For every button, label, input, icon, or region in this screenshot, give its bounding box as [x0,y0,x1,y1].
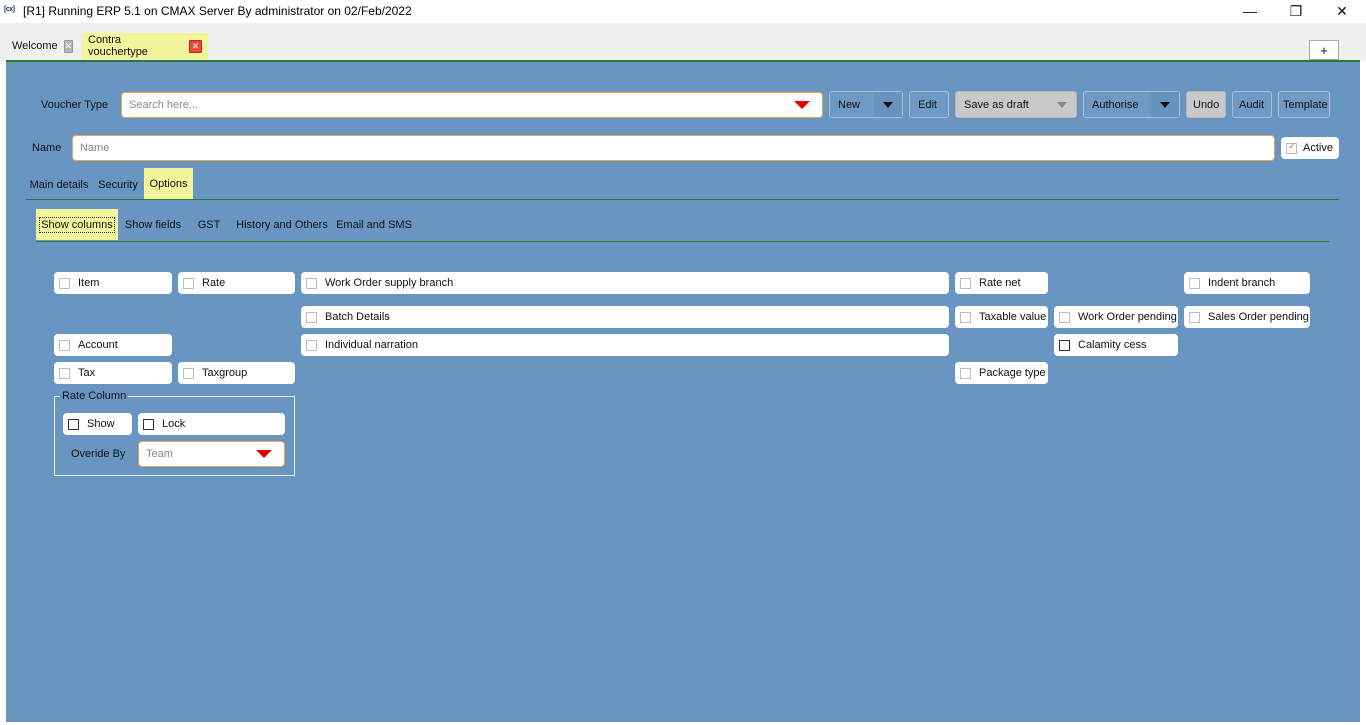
subtab-history-and-others[interactable]: History and Others [232,214,332,236]
rate-show-checkbox[interactable]: Show [63,413,132,435]
checkbox-box [1189,311,1200,323]
restore-icon[interactable]: ❐ [1273,0,1319,22]
new-button[interactable]: New [829,91,903,118]
sales-order-pending-checkbox[interactable]: Sales Order pending [1184,306,1310,328]
batch-details-checkbox[interactable]: Batch Details [301,306,949,328]
tab-options[interactable]: Options [144,168,193,199]
close-tab-icon[interactable]: ✕ [63,39,74,53]
tax-checkbox[interactable]: Tax [54,362,172,384]
subtab-gst[interactable]: GST [193,214,225,236]
rate-net-checkbox[interactable]: Rate net [955,272,1048,294]
dropdown-arrow-icon[interactable] [794,101,810,109]
work-order-pending-checkbox[interactable]: Work Order pending [1054,306,1178,328]
close-window-icon[interactable]: ✕ [1319,0,1365,22]
tab-security[interactable]: Security [93,172,143,198]
undo-button[interactable]: Undo [1186,91,1226,118]
close-tab-icon[interactable]: ✕ [189,39,202,53]
indent-branch-checkbox[interactable]: Indent branch [1184,272,1310,294]
checkbox-box [960,277,971,289]
new-dropdown-icon[interactable] [874,92,902,117]
checkbox-box [59,367,70,379]
checkbox-box [68,418,79,430]
rate-checkbox[interactable]: Rate [178,272,295,294]
checkbox-box [59,339,70,351]
app-logo-icon: [cx] [4,6,15,13]
checkmark-icon: ✓ [1286,140,1297,154]
minimize-icon[interactable]: — [1227,0,1273,22]
name-label: Name [32,142,62,154]
tab-label: Welcome [12,40,58,52]
item-checkbox[interactable]: Item [54,272,172,294]
tab-contra-vouchertype[interactable]: Contra vouchertype ✕ [82,33,208,59]
subtab-email-and-sms[interactable]: Email and SMS [336,214,412,236]
voucher-type-search-input[interactable]: Search here... [121,92,823,118]
authorise-button[interactable]: Authorise [1083,91,1180,118]
subtab-show-columns[interactable]: Show columns [36,209,118,240]
checkbox-box [306,277,317,289]
main-panel [6,62,1360,722]
override-by-label: Overide By [71,448,126,460]
work-order-supply-branch-checkbox[interactable]: Work Order supply branch [301,272,949,294]
tab-welcome[interactable]: Welcome ✕ [6,33,76,59]
window-title: [R1] Running ERP 5.1 on CMAX Server By a… [23,4,412,18]
rate-column-legend: Rate Column [60,390,129,402]
checkbox-box [960,367,971,379]
sub-tabs-divider [36,241,1329,242]
save-draft-dropdown-icon[interactable] [1048,92,1076,117]
checkbox-box [183,277,194,289]
checkbox-box [1189,277,1200,289]
calamity-cess-checkbox[interactable]: Calamity cess [1054,334,1178,356]
tab-main-details[interactable]: Main details [27,172,91,198]
authorise-dropdown-icon[interactable] [1151,92,1179,117]
subtab-show-fields[interactable]: Show fields [120,214,186,236]
checkbox-box [306,311,317,323]
taxgroup-checkbox[interactable]: Taxgroup [178,362,295,384]
audit-button[interactable]: Audit [1232,91,1272,118]
dropdown-arrow-icon[interactable] [256,450,272,458]
override-by-select[interactable]: Team [138,441,285,467]
save-as-draft-button[interactable]: Save as draft [955,91,1077,118]
checkbox-box [1059,311,1070,323]
tab-label: Contra vouchertype [88,34,148,58]
individual-narration-checkbox[interactable]: Individual narration [301,334,949,356]
checkbox-box [59,277,70,289]
main-tabs-divider [26,199,1339,200]
checkbox-box [143,418,154,430]
checkbox-box [1059,339,1070,351]
active-checkbox[interactable]: ✓ Active [1281,137,1339,159]
checkbox-box [183,367,194,379]
template-button[interactable]: Template [1278,91,1330,118]
taxable-value-checkbox[interactable]: Taxable value [955,306,1048,328]
voucher-type-label: Voucher Type [41,99,109,111]
account-checkbox[interactable]: Account [54,334,172,356]
rate-lock-checkbox[interactable]: Lock [138,413,285,435]
checkbox-box [306,339,317,351]
checkbox-box [960,311,971,323]
name-input[interactable]: Name [72,135,1275,161]
package-type-checkbox[interactable]: Package type [955,362,1048,384]
edit-button[interactable]: Edit [909,91,949,118]
add-tab-button[interactable]: + [1309,40,1339,60]
